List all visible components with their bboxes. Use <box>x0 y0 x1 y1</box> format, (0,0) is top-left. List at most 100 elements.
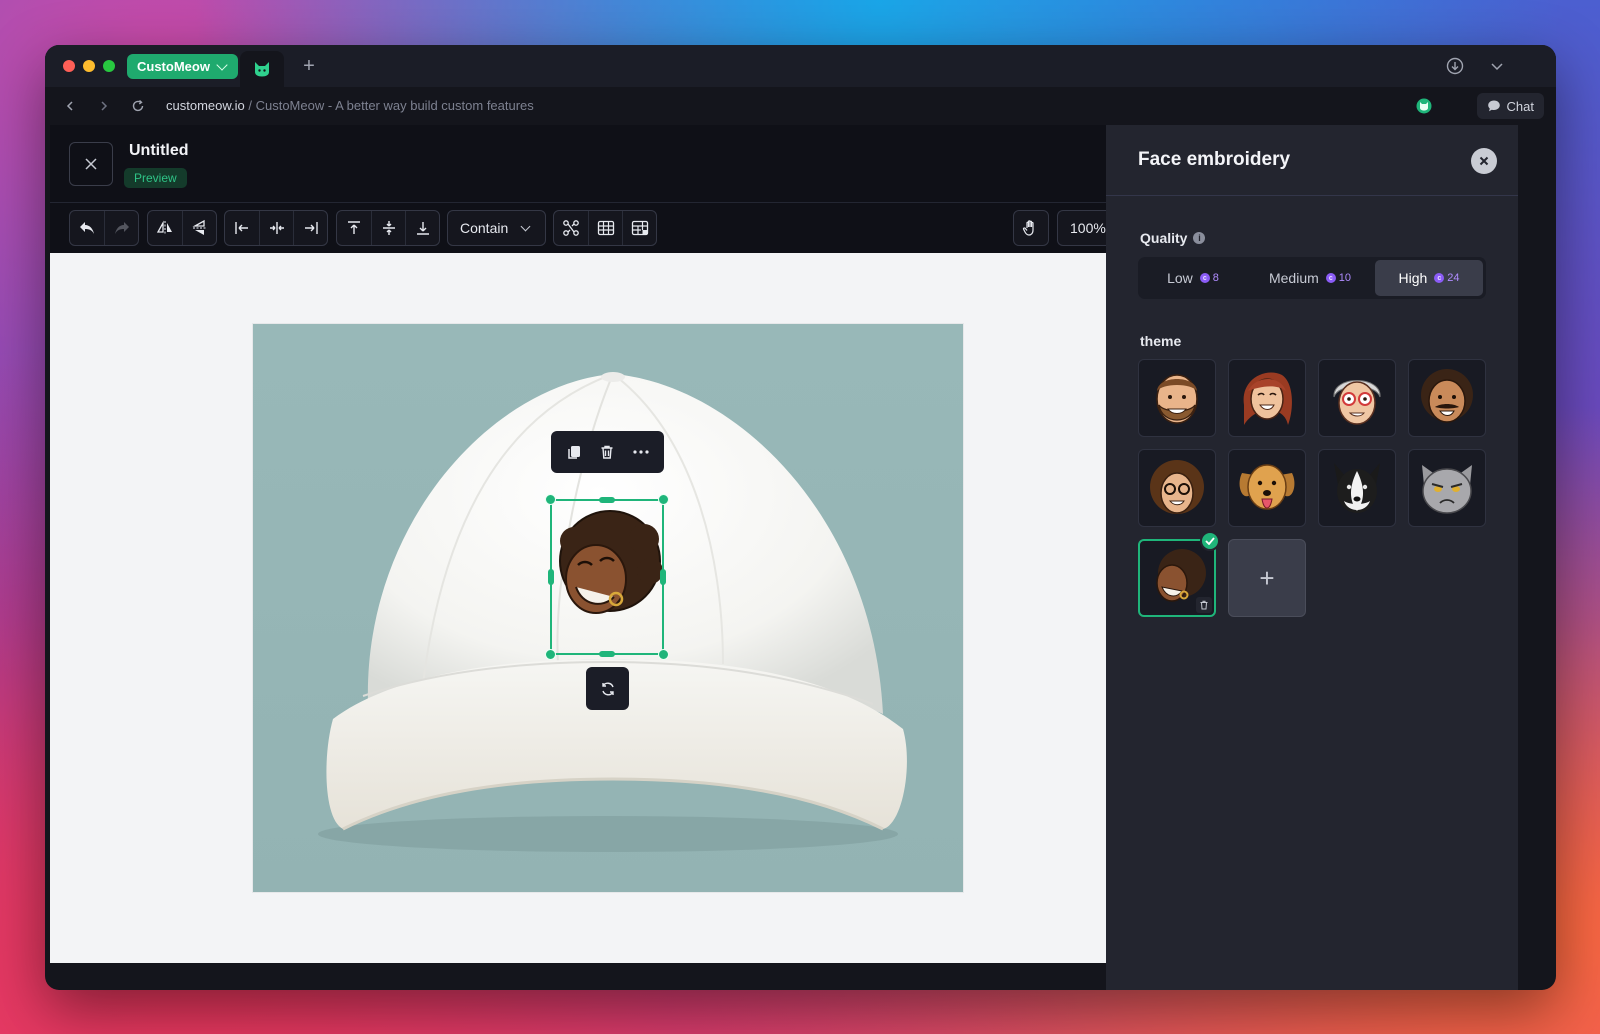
align-top-button[interactable] <box>337 211 371 245</box>
chat-button[interactable]: Chat <box>1476 93 1544 119</box>
undo-icon <box>80 222 94 234</box>
duplicate-button[interactable] <box>560 438 588 466</box>
app-name: CustoMeow <box>137 59 210 74</box>
document-title[interactable]: Untitled <box>129 142 189 160</box>
mustache-man-face-icon <box>1421 369 1473 423</box>
vertical-align-group <box>336 210 440 246</box>
align-center-horizontal-button[interactable] <box>259 211 293 245</box>
refresh-icon <box>601 682 614 695</box>
align-middle-vertical-button[interactable] <box>371 211 405 245</box>
cat-logo-icon <box>255 62 269 77</box>
tab-customeow[interactable] <box>240 51 284 87</box>
resize-handle-bottom-left[interactable] <box>545 649 556 660</box>
flip-horizontal-button[interactable] <box>148 211 182 245</box>
close-icon <box>85 158 97 170</box>
resize-handle-bottom[interactable] <box>599 651 615 657</box>
info-icon[interactable]: i <box>1193 232 1206 244</box>
close-panel-button[interactable] <box>1471 148 1497 174</box>
quality-option-low[interactable]: Low c8 <box>1141 260 1245 296</box>
credit-cost-value: 24 <box>1447 272 1460 284</box>
regenerate-button[interactable] <box>586 667 629 710</box>
chat-bubble-icon <box>1487 100 1500 112</box>
align-left-icon <box>235 222 248 234</box>
theme-tile-mustache-man[interactable] <box>1408 359 1486 437</box>
close-window-button[interactable] <box>63 60 75 72</box>
credit-cost-value: 8 <box>1212 272 1219 284</box>
grid-icon <box>597 220 614 236</box>
extension-status-icon[interactable] <box>1416 98 1432 119</box>
transform-nodes-button[interactable] <box>554 211 588 245</box>
quality-label: Quality i <box>1140 230 1206 246</box>
url-field[interactable]: customeow.io / CustoMeow - A better way … <box>166 98 534 113</box>
redo-button[interactable] <box>104 211 138 245</box>
forward-button[interactable] <box>95 97 113 115</box>
bearded-man-face-icon <box>1156 374 1198 424</box>
credit-cost-value: 10 <box>1338 272 1352 284</box>
new-tab-button[interactable]: + <box>297 54 321 78</box>
trash-icon <box>601 445 613 459</box>
flip-group <box>147 210 217 246</box>
align-left-button[interactable] <box>225 211 259 245</box>
credit-cost: c 24 <box>1434 272 1460 284</box>
maximize-window-button[interactable] <box>103 60 115 72</box>
fit-mode-select[interactable]: Contain <box>447 210 546 246</box>
pattern-grid-button[interactable] <box>622 211 656 245</box>
horizontal-align-group <box>224 210 328 246</box>
redo-icon <box>114 222 129 234</box>
align-right-icon <box>304 222 318 234</box>
reload-icon <box>132 99 144 112</box>
quality-option-high[interactable]: High c 24 <box>1375 260 1483 296</box>
theme-tile-smiling-woman[interactable] <box>1228 359 1306 437</box>
nodes-icon <box>563 220 579 236</box>
selected-embroidery-element[interactable] <box>545 494 669 660</box>
coin-icon: c <box>1325 273 1336 283</box>
panel-divider <box>1106 195 1518 196</box>
theme-tile-grandma[interactable] <box>1318 359 1396 437</box>
download-icon[interactable] <box>1445 56 1465 76</box>
align-bottom-button[interactable] <box>405 211 439 245</box>
design-canvas[interactable] <box>50 253 1106 963</box>
theme-tile-border-collie[interactable] <box>1318 449 1396 527</box>
resize-handle-right[interactable] <box>660 569 666 585</box>
tab-list-chevron-icon[interactable] <box>1487 56 1507 76</box>
preview-badge: Preview <box>124 168 187 188</box>
chat-label: Chat <box>1506 98 1534 114</box>
resize-handle-bottom-right[interactable] <box>658 649 669 660</box>
pan-tool-button[interactable] <box>1013 210 1049 246</box>
theme-tile-golden-retriever[interactable] <box>1228 449 1306 527</box>
theme-tile-grumpy-cat[interactable] <box>1408 449 1486 527</box>
quality-label-text: Quality <box>1140 230 1188 246</box>
flip-vertical-button[interactable] <box>182 211 216 245</box>
grumpy-cat-face-icon <box>1422 465 1472 514</box>
afro-woman-embroidery <box>559 510 662 614</box>
align-middle-vertical-icon <box>382 221 395 235</box>
resize-handle-top-left[interactable] <box>545 494 556 505</box>
coin-icon: c <box>1199 273 1210 283</box>
theme-tile-bearded-man[interactable] <box>1138 359 1216 437</box>
add-theme-button[interactable]: + <box>1228 539 1306 617</box>
remove-upload-button[interactable] <box>1196 597 1212 613</box>
more-options-button[interactable] <box>627 438 655 466</box>
resize-handle-left[interactable] <box>548 569 554 585</box>
theme-tile-curly-woman[interactable] <box>1138 449 1216 527</box>
align-right-button[interactable] <box>293 211 327 245</box>
border-collie-face-icon <box>1334 463 1380 513</box>
resize-handle-top[interactable] <box>599 497 615 503</box>
flip-horizontal-icon <box>156 220 172 235</box>
theme-tile-uploaded-face[interactable] <box>1138 539 1216 617</box>
app-switcher[interactable]: CustoMeow <box>127 54 238 79</box>
undo-button[interactable] <box>70 211 104 245</box>
quality-segmented-control: Low c8 Medium c 10 High c 24 <box>1138 257 1486 299</box>
quality-option-medium[interactable]: Medium c 10 <box>1245 260 1375 296</box>
editor-header: Untitled Preview <box>50 125 1106 203</box>
address-bar: customeow.io / CustoMeow - A better way … <box>45 87 1556 125</box>
back-button[interactable] <box>61 97 79 115</box>
resize-handle-top-right[interactable] <box>658 494 669 505</box>
minimize-window-button[interactable] <box>83 60 95 72</box>
grid-button[interactable] <box>588 211 622 245</box>
reload-button[interactable] <box>129 97 147 115</box>
credit-cost: c 10 <box>1325 272 1352 284</box>
pattern-grid-icon <box>631 220 648 236</box>
close-editor-button[interactable] <box>69 142 113 186</box>
delete-button[interactable] <box>593 438 621 466</box>
